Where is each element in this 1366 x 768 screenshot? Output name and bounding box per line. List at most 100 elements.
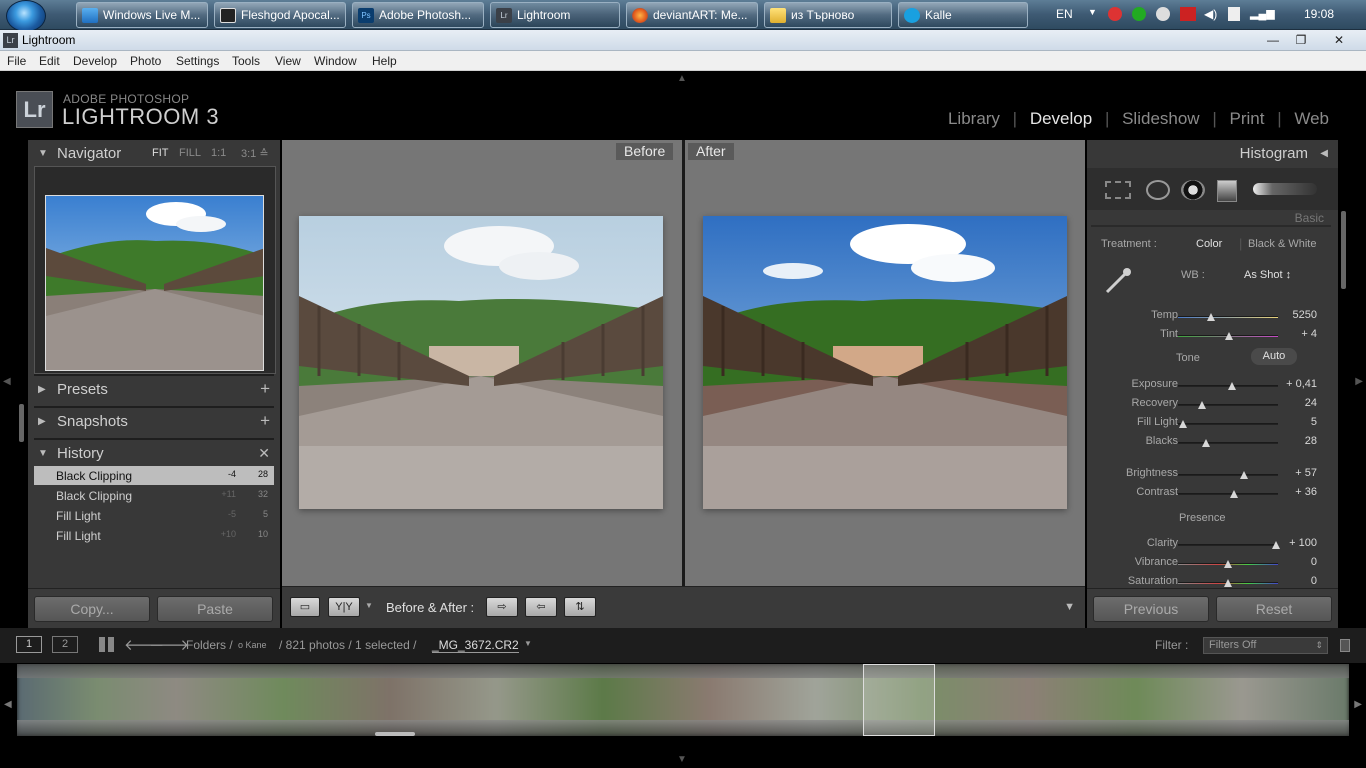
antivirus-icon[interactable] [1108,7,1122,21]
zoom-fill[interactable]: FILL [179,147,201,159]
taskbar-button-folder[interactable]: из Търново [764,2,892,28]
view-mode-dropdown-icon[interactable]: ▼ [365,601,373,610]
history-item[interactable]: Fill Light +10 10 [34,526,274,545]
slider-thumb[interactable] [1228,382,1236,390]
slider-thumb[interactable] [1224,579,1232,587]
after-photo[interactable] [703,216,1067,509]
slider-thumb[interactable] [1179,420,1187,428]
snapshots-header[interactable]: ▶ Snapshots + [28,408,280,436]
slider-value-brightness[interactable]: + 57 [1269,467,1317,479]
before-after-view-button[interactable]: Y|Y [328,597,360,617]
slider-value-tint[interactable]: + 4 [1269,328,1317,340]
slider-value-exposure[interactable]: + 0,41 [1269,378,1317,390]
taskbar-button-lightroom[interactable]: Lr Lightroom [490,2,620,28]
slider-thumb[interactable] [1207,313,1215,321]
window-2-button[interactable]: 2 [52,636,78,653]
basic-title[interactable]: Basic [1295,211,1324,225]
expand-triangle-icon[interactable]: ▶ [38,416,46,427]
slider-clarity[interactable] [1178,541,1280,549]
slider-saturation[interactable] [1178,579,1278,587]
clock[interactable]: 19:08 [1304,7,1334,21]
folders-breadcrumb[interactable]: Folders / [186,638,233,652]
slider-value-recovery[interactable]: 24 [1269,397,1317,409]
slider-brightness[interactable] [1178,471,1278,479]
taskbar-button-skype[interactable]: Kalle [898,2,1028,28]
adjustment-brush-icon[interactable] [1253,183,1317,195]
right-scrollbar[interactable] [1341,211,1346,289]
zoom-fit[interactable]: FIT [152,147,169,159]
slider-exposure[interactable] [1178,382,1278,390]
swap-settings-icon[interactable]: ⇅ [564,597,596,617]
slider-contrast[interactable] [1178,490,1278,498]
selected-thumbnail[interactable] [863,664,935,736]
zoom-3-1[interactable]: 3:1 ≙ [241,147,269,160]
slider-thumb[interactable] [1224,560,1232,568]
filmstrip[interactable] [17,664,1349,736]
menu-settings[interactable]: Settings [176,54,219,68]
menu-edit[interactable]: Edit [39,54,60,68]
module-print[interactable]: Print [1229,109,1264,128]
module-web[interactable]: Web [1294,109,1329,128]
slider-thumb[interactable] [1225,332,1233,340]
previous-button[interactable]: Previous [1093,596,1209,622]
taskbar-button-windows-live[interactable]: Windows Live M... [76,2,208,28]
forward-arrow-icon[interactable]: 🡒 [149,635,189,654]
maximize-button[interactable]: ❐ [1288,32,1314,48]
menu-photo[interactable]: Photo [130,54,161,68]
menu-window[interactable]: Window [314,54,357,68]
right-panel-toggle-icon[interactable]: ▶ [1355,376,1363,387]
messenger-icon[interactable] [1132,7,1146,21]
left-panel-toggle-icon[interactable]: ◀ [3,376,11,387]
reset-button[interactable]: Reset [1216,596,1332,622]
tray-monitor-icon[interactable] [1180,7,1196,21]
graduated-filter-icon[interactable] [1217,180,1237,202]
filmstrip-scrollbar[interactable] [375,732,415,736]
bottom-panel-toggle-icon[interactable]: ▼ [677,754,687,765]
window-1-button[interactable]: 1 [16,636,42,653]
filmstrip-right-arrow-icon[interactable]: ▶ [1354,699,1362,710]
filename-dropdown-icon[interactable]: ▼ [524,639,532,648]
grid-view-icon[interactable] [99,637,114,652]
spot-removal-icon[interactable] [1146,180,1170,200]
language-indicator[interactable]: EN [1056,7,1073,21]
menu-help[interactable]: Help [372,54,397,68]
slider-thumb[interactable] [1202,439,1210,447]
paste-button[interactable]: Paste [157,596,273,622]
slider-thumb[interactable] [1198,401,1206,409]
copy-after-to-before-icon[interactable]: ⇦ [525,597,557,617]
history-item[interactable]: Black Clipping +11 32 [34,486,274,505]
filmstrip-left-arrow-icon[interactable]: ◀ [4,699,12,710]
histogram-header[interactable]: Histogram ◀ [1087,140,1338,168]
wb-preset-select[interactable]: As Shot ↕ [1244,269,1291,281]
add-snapshot-icon[interactable]: + [260,411,270,431]
folder-name[interactable]: o Kane [238,640,267,650]
red-eye-icon[interactable] [1181,180,1205,200]
menu-develop[interactable]: Develop [73,54,117,68]
module-develop[interactable]: Develop [1030,109,1092,128]
slider-temp[interactable] [1178,313,1278,321]
filter-lock-icon[interactable] [1340,639,1350,652]
tray-app-icon[interactable] [1156,7,1170,21]
start-button[interactable] [6,0,46,32]
menu-tools[interactable]: Tools [232,54,260,68]
battery-icon[interactable] [1228,7,1240,21]
presets-header[interactable]: ▶ Presets + [28,376,280,404]
slider-vibrance[interactable] [1178,560,1278,568]
slider-thumb[interactable] [1230,490,1238,498]
navigator-preview[interactable] [34,166,276,374]
treatment-color[interactable]: Color [1196,238,1222,250]
top-panel-toggle-icon[interactable]: ▲ [677,73,687,84]
filter-select[interactable]: Filters Off ⇕ [1203,637,1328,654]
add-preset-icon[interactable]: + [260,379,270,399]
expand-triangle-icon[interactable]: ▶ [38,384,46,395]
history-header[interactable]: ▼ History ✕ [28,440,280,468]
treatment-black-white[interactable]: Black & White [1248,238,1316,250]
slider-thumb[interactable] [1240,471,1248,479]
history-item[interactable]: Black Clipping -4 28 [34,466,274,485]
slider-value-blacks[interactable]: 28 [1269,435,1317,447]
white-balance-eyedropper-icon[interactable] [1103,266,1133,296]
taskbar-button-photoshop[interactable]: Ps Adobe Photosh... [352,2,484,28]
navigator-header[interactable]: ▼ Navigator FIT FILL 1:1 3:1 ≙ [28,140,280,168]
copy-before-to-after-icon[interactable]: ⇨ [486,597,518,617]
tray-expand-icon[interactable]: ▼ [1088,7,1097,17]
